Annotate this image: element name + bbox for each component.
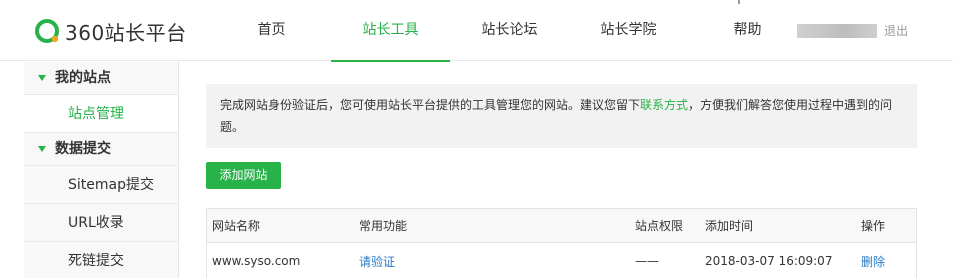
col-functions: 常用功能: [359, 219, 408, 233]
sidebar: 我的站点 站点管理 数据提交 Sitemap提交 URL收录 死链提交: [24, 62, 179, 278]
nav-webmaster-tools[interactable]: 站长工具: [331, 0, 450, 62]
sidebar-item-site-management[interactable]: 站点管理: [24, 95, 178, 133]
verify-link[interactable]: 请验证: [359, 243, 395, 278]
contact-link[interactable]: 联系方式: [640, 98, 688, 112]
sidebar-group-label: 数据提交: [55, 140, 111, 157]
site-domain: www.syso.com: [212, 254, 301, 268]
logo-ring-icon: [34, 18, 60, 44]
col-added-time: 添加时间: [705, 219, 754, 233]
caret-down-icon: [38, 75, 46, 81]
col-actions: 操作: [861, 219, 886, 233]
nav-academy[interactable]: 站长学院: [569, 0, 688, 61]
caret-down-icon: [38, 146, 46, 152]
logo-text: 360站长平台: [65, 20, 187, 45]
sidebar-item-deadlink[interactable]: 死链提交: [24, 242, 178, 278]
delete-link[interactable]: 删除: [861, 243, 885, 278]
add-site-button[interactable]: 添加网站: [206, 162, 281, 189]
divider: [738, 0, 740, 4]
logout-link[interactable]: 退出: [884, 22, 908, 39]
sidebar-group-my-sites[interactable]: 我的站点: [24, 62, 178, 95]
sidebar-item-url-index[interactable]: URL收录: [24, 204, 178, 242]
sidebar-group-label: 我的站点: [55, 69, 111, 86]
username-redacted[interactable]: [797, 24, 877, 38]
site-permission: ——: [635, 254, 659, 268]
table-row: www.syso.com 请验证 —— 2018-03-07 16:09:07 …: [207, 243, 916, 278]
table-header: 网站名称 常用功能 站点权限 添加时间 操作: [207, 209, 916, 243]
sites-table: 网站名称 常用功能 站点权限 添加时间 操作 www.syso.com 请验证 …: [206, 208, 917, 278]
sidebar-item-sitemap[interactable]: Sitemap提交: [24, 166, 178, 204]
col-site-name: 网站名称: [212, 219, 261, 233]
main-nav: 首页 站长工具 站长论坛 站长学院 帮助: [212, 0, 807, 62]
notice-text: 完成网站身份验证后，您可使用站长平台提供的工具管理您的网站。建议您留下: [220, 98, 641, 112]
top-header: 360站长平台 首页 站长工具 站长论坛 站长学院 帮助 退出: [0, 0, 953, 62]
nav-home[interactable]: 首页: [212, 0, 331, 61]
info-notice: 完成网站身份验证后，您可使用站长平台提供的工具管理您的网站。建议您留下联系方式，…: [206, 84, 917, 148]
logo[interactable]: 360站长平台: [34, 17, 187, 45]
nav-forum[interactable]: 站长论坛: [450, 0, 569, 61]
sidebar-group-data-submit[interactable]: 数据提交: [24, 133, 178, 166]
nav-help[interactable]: 帮助: [688, 0, 807, 61]
added-time: 2018-03-07 16:09:07: [705, 254, 833, 268]
col-permission: 站点权限: [635, 219, 684, 233]
